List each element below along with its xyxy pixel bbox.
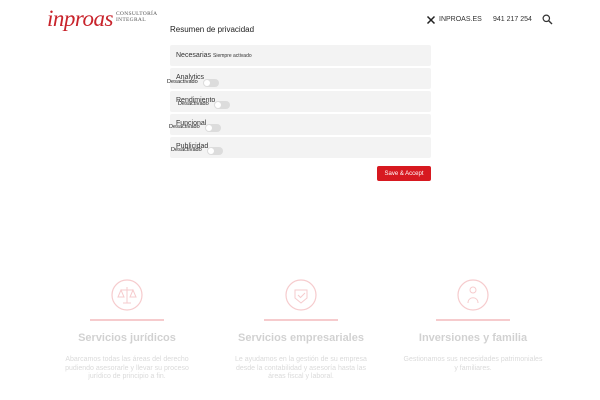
scales-icon	[111, 279, 143, 311]
family-icon	[457, 279, 489, 311]
necessary-label: Necesarias	[176, 52, 212, 59]
badge-check-icon	[285, 279, 317, 311]
close-icon[interactable]	[425, 14, 437, 26]
service-title: Servicios jurídicos	[78, 332, 176, 344]
analytics-state: Desactivado	[167, 79, 198, 85]
site-link[interactable]: INPROAS.ES	[439, 16, 482, 23]
analytics-toggle[interactable]	[203, 79, 219, 87]
advertising-cookies-row[interactable]: Publicidad Desactivado	[170, 137, 431, 158]
service-legal: Servicios jurídicos Abarcamos todas las …	[52, 278, 202, 382]
service-business: Servicios empresariales Le ayudamos en l…	[226, 278, 376, 382]
analytics-cookies-row[interactable]: Analytics Desactivado	[167, 68, 431, 89]
service-description: Gestionamos sus necesidades patrimoniale…	[403, 356, 543, 372]
service-divider	[436, 319, 510, 321]
service-investments: Inversiones y familia Gestionamos sus ne…	[398, 278, 548, 373]
logo-tagline-line2: INTEGRAL	[115, 17, 146, 23]
phone-link[interactable]: 941 217 254	[493, 16, 532, 23]
service-description: Le ayudamos en la gestión de su empresa …	[235, 356, 367, 380]
always-on-status: Siempre activado	[213, 53, 252, 59]
advertising-state: Desactivado	[171, 147, 202, 153]
site-logo[interactable]: inproas CONSULTORÍA INTEGRAL	[47, 6, 158, 31]
save-accept-button[interactable]: Save & Accept	[377, 166, 431, 181]
performance-cookies-row[interactable]: Rendimiento Desactivado	[170, 91, 431, 112]
advertising-toggle[interactable]	[207, 147, 223, 155]
logo-wordmark: inproas	[47, 6, 113, 31]
logo-tagline: CONSULTORÍA INTEGRAL	[116, 11, 158, 23]
service-title: Inversiones y familia	[418, 332, 528, 344]
privacy-summary-title: Resumen de privacidad	[170, 25, 255, 34]
functional-state: Desactivado	[169, 124, 200, 130]
performance-state: Desactivado	[178, 101, 209, 107]
service-divider	[90, 319, 164, 321]
service-title: Servicios empresariales	[238, 332, 364, 344]
service-divider	[264, 319, 338, 321]
service-description: Abarcamos todas las áreas del derecho pu…	[65, 356, 189, 380]
functional-toggle[interactable]	[205, 124, 221, 132]
search-icon[interactable]	[542, 14, 553, 25]
necessary-cookies-row[interactable]: Necesarias Siempre activado	[170, 45, 431, 66]
necessary-cookies-label: Necesarias Siempre activado	[176, 52, 252, 59]
functional-cookies-row[interactable]: Funcional Desactivado	[169, 114, 431, 135]
performance-toggle[interactable]	[214, 101, 230, 109]
